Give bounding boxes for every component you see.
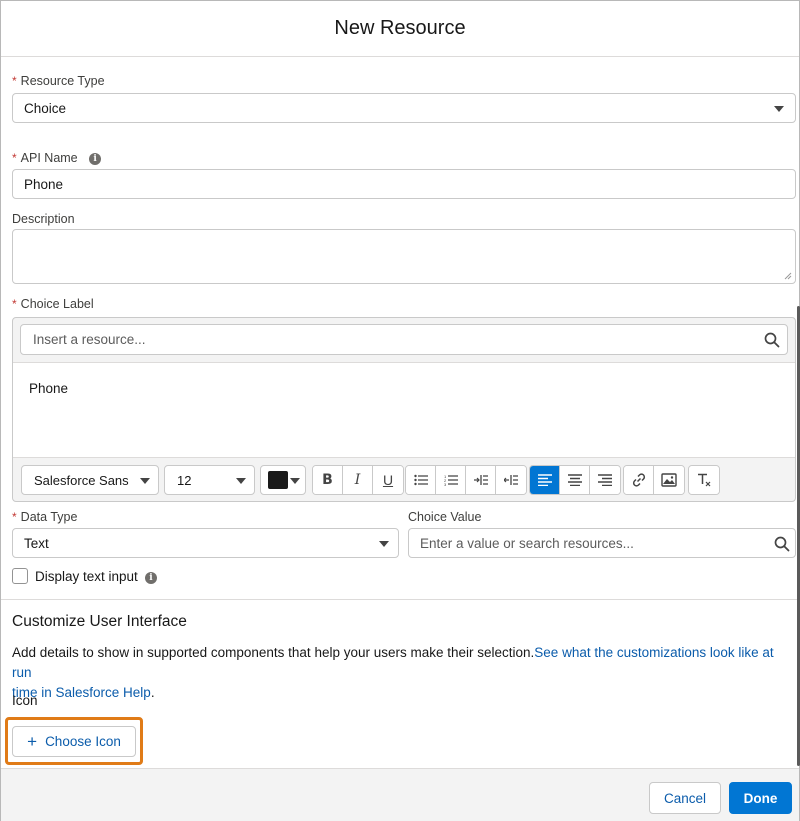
choice-label-label-text: Choice Label [20, 297, 94, 311]
choose-icon-label: Choose Icon [45, 734, 121, 749]
indent-button[interactable] [466, 466, 496, 494]
resource-type-label-text: Resource Type [20, 74, 105, 88]
choice-label-label: * Choice Label [12, 297, 94, 311]
description-label: Description [12, 212, 75, 226]
chevron-down-icon [290, 478, 300, 484]
description-textarea[interactable] [12, 229, 796, 284]
api-name-label: * API Name i [12, 151, 102, 165]
choice-label-content: Phone [29, 381, 69, 396]
required-indicator: * [12, 74, 17, 88]
api-name-value: Phone [24, 176, 64, 192]
plus-icon: + [27, 732, 38, 751]
image-icon [661, 473, 677, 487]
display-text-input-checkbox[interactable] [12, 568, 28, 584]
display-text-input-label: Display text input [35, 569, 138, 584]
customize-description: Add details to show in supported compone… [12, 643, 792, 703]
customize-heading: Customize User Interface [12, 613, 187, 630]
align-group [529, 465, 621, 495]
align-right-button[interactable] [590, 466, 620, 494]
font-family-select[interactable]: Salesforce Sans [21, 465, 159, 495]
choice-value-label: Choice Value [408, 510, 482, 524]
clear-group [688, 465, 720, 495]
insert-resource-placeholder: Insert a resource... [33, 332, 146, 347]
indent-icon [473, 475, 488, 485]
font-family-value: Salesforce Sans [34, 472, 129, 488]
rich-text-editor: Insert a resource... Phone Salesforce Sa… [12, 317, 796, 502]
clear-formatting-icon [698, 473, 711, 487]
modal-title: New Resource [334, 17, 466, 39]
modal-header: New Resource [1, 1, 799, 57]
bullet-list-icon [413, 474, 428, 486]
search-icon [764, 332, 780, 348]
align-left-button[interactable] [530, 466, 560, 494]
rich-text-body[interactable]: Phone [13, 362, 795, 458]
data-type-value: Text [24, 535, 49, 551]
resource-type-label: * Resource Type [12, 74, 105, 88]
insert-resource-input[interactable]: Insert a resource... [20, 324, 788, 355]
resource-type-value: Choice [24, 100, 67, 116]
color-swatch [268, 471, 288, 489]
font-size-select[interactable]: 12 [164, 465, 255, 495]
link-icon [632, 473, 645, 487]
customize-description-text: Add details to show in supported compone… [12, 645, 535, 660]
align-right-icon [598, 474, 612, 486]
search-icon [774, 536, 790, 552]
clear-formatting-button[interactable] [689, 466, 719, 494]
api-name-input[interactable]: Phone [12, 169, 796, 199]
align-left-icon [537, 474, 552, 486]
insert-group [623, 465, 685, 495]
choice-value-input[interactable]: Enter a value or search resources... [408, 528, 796, 558]
image-button[interactable] [654, 466, 684, 494]
modal-footer: Cancel Done [1, 768, 799, 821]
choose-icon-button[interactable]: + Choose Icon [12, 726, 136, 757]
underline-button[interactable]: U [373, 466, 403, 494]
format-group: B I U [312, 465, 404, 495]
data-type-label-text: Data Type [20, 510, 78, 524]
outdent-button[interactable] [496, 466, 526, 494]
bold-button[interactable]: B [313, 466, 343, 494]
done-button[interactable]: Done [729, 782, 792, 814]
chevron-down-icon [774, 106, 784, 112]
numbered-list-button[interactable]: 1 2 3 [436, 466, 466, 494]
period: . [150, 685, 155, 700]
outdent-icon [504, 475, 518, 485]
choice-value-placeholder: Enter a value or search resources... [420, 535, 634, 551]
text-color-picker[interactable] [260, 465, 306, 495]
chevron-down-icon [236, 478, 246, 484]
api-name-label-text: API Name [20, 151, 78, 165]
required-indicator: * [12, 297, 17, 311]
new-resource-modal: New Resource * Resource Type Choice * API … [0, 0, 800, 821]
bullet-list-button[interactable] [406, 466, 436, 494]
font-size-value: 12 [177, 472, 192, 488]
cancel-button[interactable]: Cancel [649, 782, 721, 814]
align-center-icon [567, 474, 582, 486]
info-icon[interactable]: i [89, 152, 102, 165]
chevron-down-icon [140, 478, 150, 484]
list-group: 1 2 3 [405, 465, 527, 495]
link-button[interactable] [624, 466, 654, 494]
required-indicator: * [12, 151, 17, 165]
italic-button[interactable]: I [343, 466, 373, 494]
info-icon[interactable]: i [145, 572, 157, 584]
numbered-list-icon: 1 2 3 [444, 474, 458, 486]
resize-handle-icon[interactable] [784, 272, 792, 280]
chevron-down-icon [379, 541, 389, 547]
align-center-button[interactable] [560, 466, 590, 494]
resource-type-select[interactable]: Choice [12, 93, 796, 123]
icon-label: Icon [12, 693, 38, 708]
svg-text:3: 3 [444, 482, 447, 486]
required-indicator: * [12, 510, 17, 524]
data-type-label: * Data Type [12, 510, 77, 524]
data-type-select[interactable]: Text [12, 528, 399, 558]
section-divider [1, 599, 799, 600]
